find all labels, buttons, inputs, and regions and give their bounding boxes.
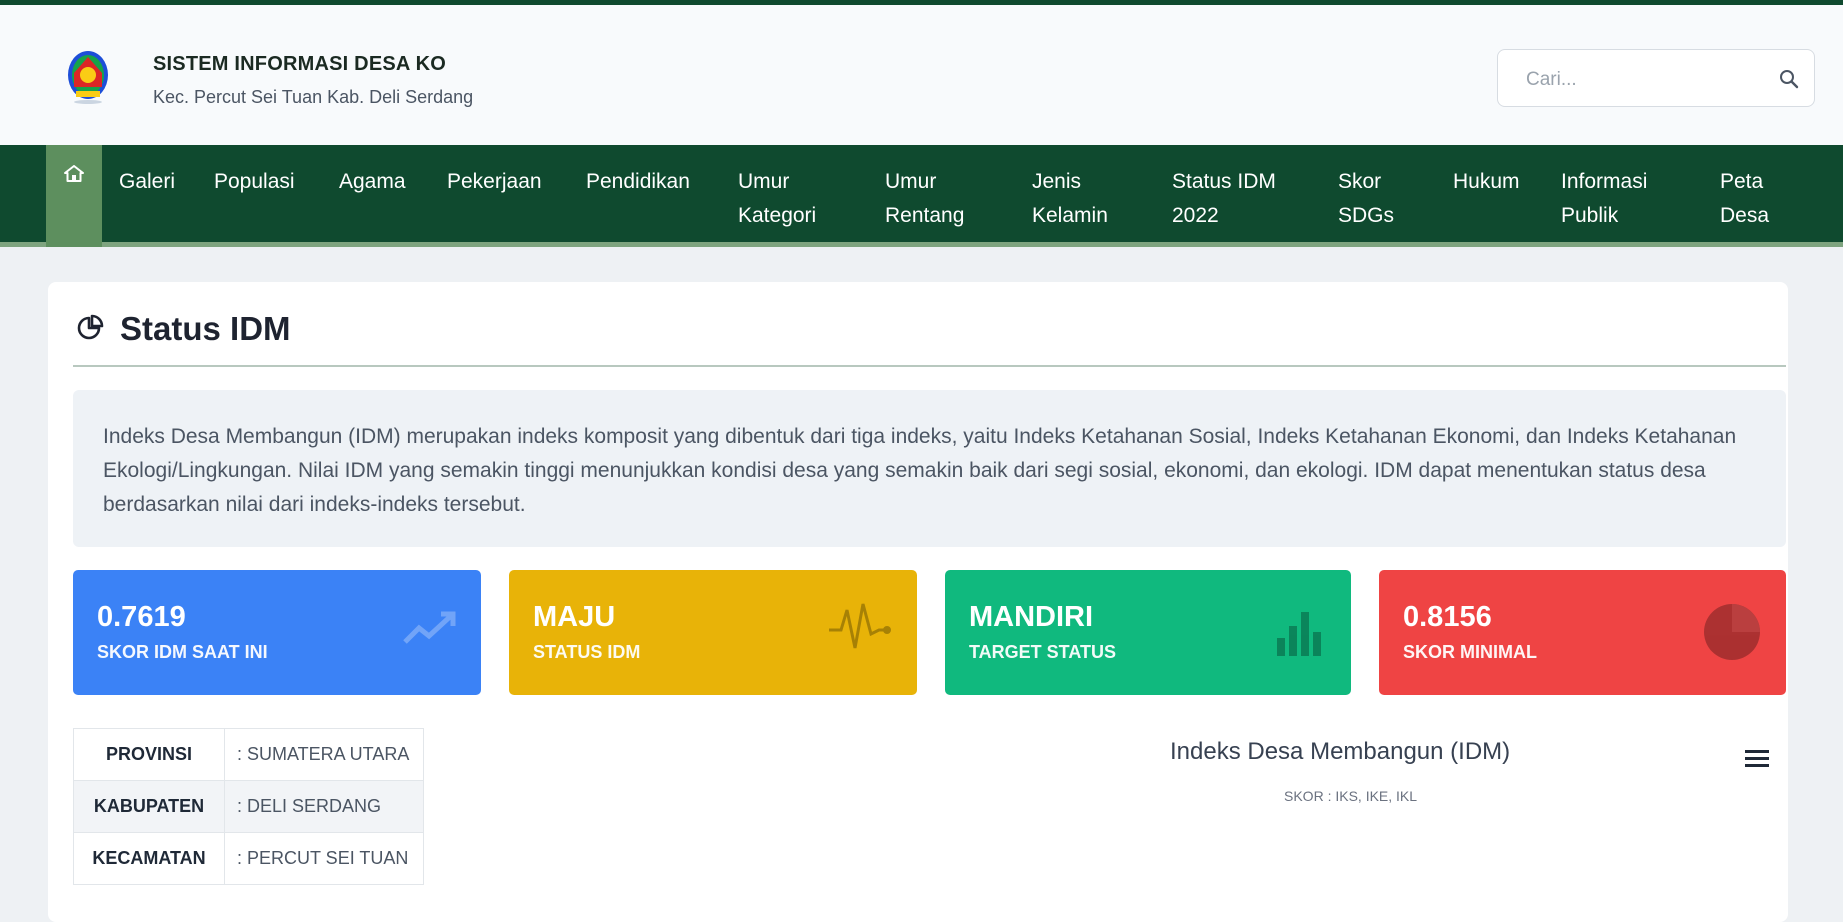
chart-title: Indeks Desa Membangun (IDM)	[1170, 738, 1511, 765]
info-key: KECAMATAN	[73, 832, 225, 885]
stat-label: SKOR IDM SAAT INI	[97, 642, 268, 662]
chart-subtitle: SKOR : IKS, IKE, IKL	[1284, 788, 1418, 804]
pie-chart-icon	[77, 314, 104, 340]
nav-home[interactable]	[46, 145, 102, 247]
stat-card-skor-minimal: 0.8156 SKOR MINIMAL	[1379, 570, 1786, 695]
page-title: Status IDM	[120, 310, 291, 347]
nav-item-agama[interactable]: Agama	[339, 165, 406, 199]
bar-chart-icon	[1277, 612, 1321, 656]
stat-value: MAJU	[533, 601, 616, 633]
nav-item-galeri[interactable]: Galeri	[119, 165, 175, 199]
main-navbar: Galeri Populasi Agama Pekerjaan Pendidik…	[0, 145, 1843, 247]
pulse-icon	[829, 603, 891, 649]
trend-icon	[403, 611, 456, 644]
stat-label: SKOR MINIMAL	[1403, 642, 1537, 662]
info-key: PROVINSI	[73, 728, 225, 781]
stat-card-status-idm: MAJU STATUS IDM	[509, 570, 917, 695]
info-value: : PERCUT SEI TUAN	[224, 832, 424, 885]
nav-item-pendidikan[interactable]: Pendidikan	[586, 165, 690, 199]
table-row: PROVINSI : SUMATERA UTARA	[73, 728, 424, 781]
hamburger-menu-icon[interactable]	[1745, 748, 1769, 768]
search-icon[interactable]	[1778, 68, 1800, 90]
stat-card-target-status: MANDIRI TARGET STATUS	[945, 570, 1351, 695]
nav-item-umur-rentang[interactable]: Umur Rentang	[885, 165, 964, 233]
village-emblem-logo	[68, 51, 108, 104]
nav-item-skor-sdgs[interactable]: Skor SDGs	[1338, 165, 1394, 233]
stat-value: MANDIRI	[969, 601, 1094, 633]
info-value: : DELI SERDANG	[224, 780, 424, 833]
nav-item-umur-kategori[interactable]: Umur Kategori	[738, 165, 816, 233]
nav-item-informasi-publik[interactable]: Informasi Publik	[1561, 165, 1647, 233]
info-key: KABUPATEN	[73, 780, 225, 833]
home-icon	[64, 165, 84, 182]
stat-label: TARGET STATUS	[969, 642, 1116, 662]
stat-card-skor-idm: 0.7619 SKOR IDM SAAT INI	[73, 570, 481, 695]
nav-item-jenis-kelamin[interactable]: Jenis Kelamin	[1032, 165, 1108, 233]
search-input[interactable]	[1524, 64, 1768, 96]
search-box	[1497, 49, 1815, 107]
info-value: : SUMATERA UTARA	[224, 728, 424, 781]
title-divider	[73, 365, 1786, 367]
stat-value: 0.8156	[1403, 601, 1492, 633]
table-row: KABUPATEN : DELI SERDANG	[73, 780, 424, 833]
stat-value: 0.7619	[97, 601, 186, 633]
pie-chart-icon	[1704, 604, 1760, 660]
stat-label: STATUS IDM	[533, 642, 641, 662]
site-header: SISTEM INFORMASI DESA KO Kec. Percut Sei…	[0, 5, 1843, 145]
table-row: KECAMATAN : PERCUT SEI TUAN	[73, 832, 424, 885]
nav-item-peta-desa[interactable]: Peta Desa	[1720, 165, 1769, 233]
nav-item-hukum[interactable]: Hukum	[1453, 165, 1520, 199]
site-title: SISTEM INFORMASI DESA KO	[153, 53, 446, 75]
nav-item-populasi[interactable]: Populasi	[214, 165, 295, 199]
nav-item-pekerjaan[interactable]: Pekerjaan	[447, 165, 542, 199]
location-info-table: PROVINSI : SUMATERA UTARA KABUPATEN : DE…	[73, 728, 424, 885]
site-subtitle: Kec. Percut Sei Tuan Kab. Deli Serdang	[153, 87, 474, 107]
intro-description-box: Indeks Desa Membangun (IDM) merupakan in…	[73, 390, 1786, 547]
nav-item-status-idm[interactable]: Status IDM 2022	[1172, 165, 1276, 233]
intro-text: Indeks Desa Membangun (IDM) merupakan in…	[103, 425, 1737, 516]
